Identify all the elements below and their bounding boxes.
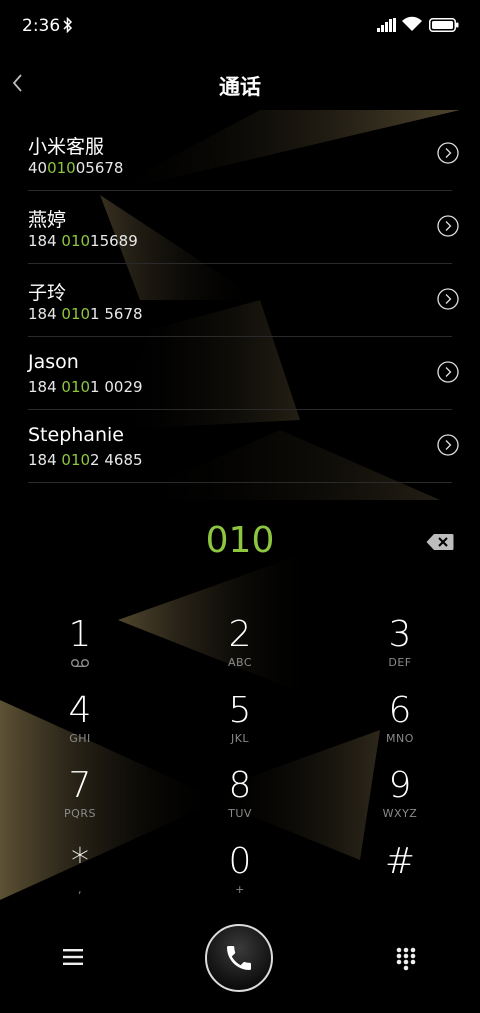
contact-name: Stephanie [28,424,124,446]
contact-row[interactable]: Stephanie 184 0102 4685 [28,410,459,483]
key-letters: TUV [228,807,252,820]
number-match: 010 [61,378,91,396]
key-6[interactable]: 6 MNO [340,690,460,760]
contact-number: 184 0101 5678 [28,305,143,323]
number-match: 010 [61,232,91,250]
key-7[interactable]: 7 PQRS [20,765,140,835]
number-match: 010 [47,159,76,177]
key-hash[interactable]: # [340,841,460,911]
dialed-number: 010 [205,520,275,561]
key-letters: MNO [386,732,414,745]
key-digit: 9 [388,765,412,806]
contact-detail-icon[interactable] [437,288,459,310]
contact-detail-icon[interactable] [437,361,459,383]
key-digit: 3 [388,614,412,655]
contact-detail-icon[interactable] [437,142,459,164]
key-letters: ABC [227,656,253,669]
number-match: 010 [61,305,91,323]
contact-name: 子玲 [28,282,67,304]
signal-icon [377,18,396,32]
voicemail-icon [71,659,89,668]
key-2[interactable]: 2 ABC [180,614,300,684]
key-3[interactable]: 3 DEF [340,614,460,684]
backspace-icon[interactable] [426,533,454,551]
key-letters: + [235,883,245,896]
contact-number: 184 01015689 [28,232,138,250]
call-button[interactable] [205,924,273,992]
key-letters: GHI [69,732,91,745]
key-4[interactable]: 4 GHI [20,690,140,760]
contact-name: 小米客服 [28,136,105,158]
key-1[interactable]: 1 [20,614,140,684]
number-match: 010 [61,451,91,469]
status-time: 2:36 [22,16,61,36]
contact-list: 小米客服 4001005678 燕婷 184 01015689 子玲 184 0… [28,118,459,483]
key-digit: 1 [68,614,92,655]
key-digit: 8 [228,765,252,806]
key-letters: WXYZ [382,807,418,820]
contact-detail-icon[interactable] [437,434,459,456]
battery-icon [429,18,459,32]
key-digit: 5 [228,690,252,731]
contact-detail-icon[interactable] [437,215,459,237]
key-letters: JKL [230,732,250,745]
wifi-icon [402,16,422,31]
contact-row[interactable]: 小米客服 4001005678 [28,118,459,191]
key-letters: PQRS [64,807,96,820]
key-5[interactable]: 5 JKL [180,690,300,760]
key-digit: 0 [228,841,252,882]
key-letters: DEF [388,656,412,669]
key-digit: 4 [68,690,92,731]
contact-row[interactable]: 燕婷 184 01015689 [28,191,459,264]
key-digit: 7 [68,765,92,806]
contact-name: Jason [28,351,79,373]
bluetooth-icon [63,16,73,34]
phone-icon [227,946,251,970]
contact-name: 燕婷 [28,209,67,231]
menu-icon[interactable] [62,947,84,967]
key-0[interactable]: 0 + [180,841,300,911]
key-8[interactable]: 8 TUV [180,765,300,835]
key-digit: 2 [228,614,252,655]
key-letters: , [78,883,82,896]
page-title: 通话 [219,75,261,99]
contact-row[interactable]: Jason 184 0101 0029 [28,337,459,410]
contact-number: 184 0101 0029 [28,378,143,396]
key-digit: 6 [388,690,412,731]
key-9[interactable]: 9 WXYZ [340,765,460,835]
contact-number: 184 0102 4685 [28,451,143,469]
key-digit: # [384,841,416,882]
key-star[interactable]: * , [20,841,140,911]
keypad-icon[interactable] [396,947,416,971]
key-digit: * [71,841,89,882]
contact-row[interactable]: 子玲 184 0101 5678 [28,264,459,337]
contact-number: 4001005678 [28,159,124,177]
